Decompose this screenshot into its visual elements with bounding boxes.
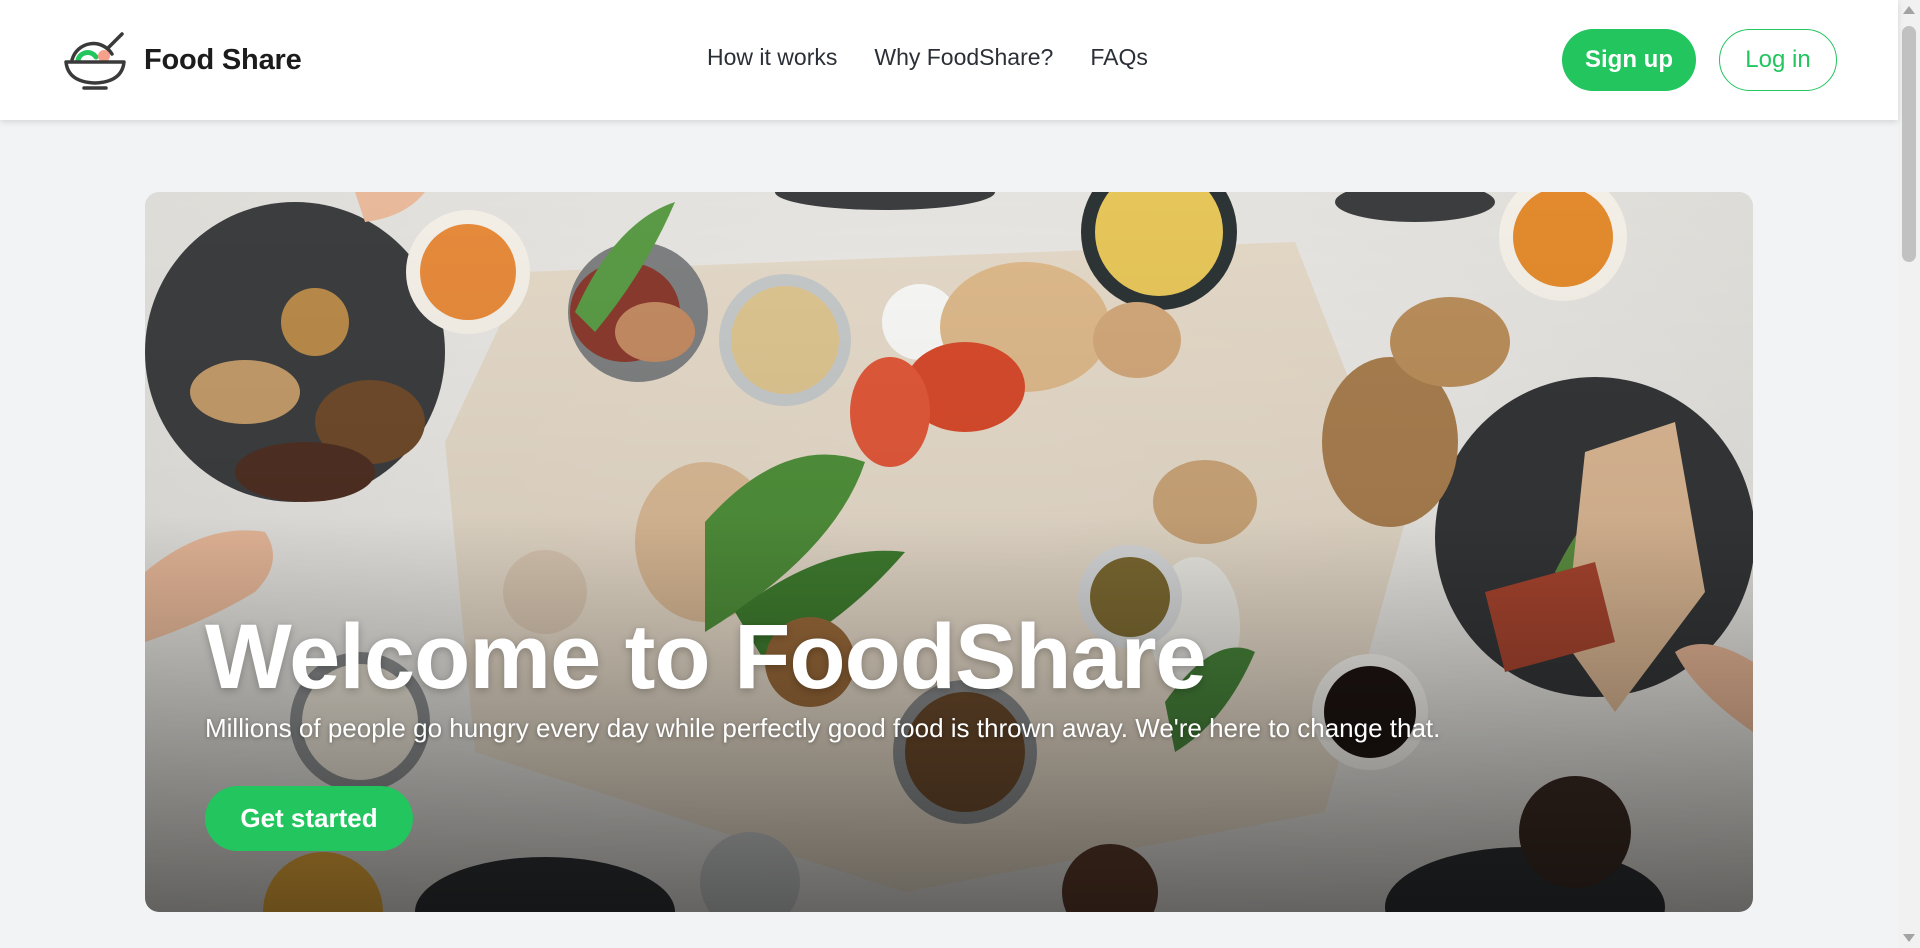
nav-link-why-foodshare[interactable]: Why FoodShare? bbox=[874, 44, 1053, 71]
scroll-up-arrow-icon[interactable] bbox=[1903, 6, 1915, 14]
hero-banner: Welcome to FoodShare Millions of people … bbox=[145, 192, 1753, 912]
top-navbar: Food Share How it works Why FoodShare? F… bbox=[0, 0, 1898, 120]
bowl-icon bbox=[64, 32, 126, 90]
brand-home-link[interactable]: Food Share bbox=[62, 30, 302, 90]
nav-link-how-it-works[interactable]: How it works bbox=[707, 44, 837, 71]
brand-name: Food Share bbox=[144, 43, 302, 76]
get-started-button[interactable]: Get started bbox=[205, 786, 413, 851]
nav-link-faqs[interactable]: FAQs bbox=[1090, 44, 1148, 71]
main-nav: How it works Why FoodShare? FAQs bbox=[707, 44, 1148, 71]
hero-title: Welcome to FoodShare bbox=[205, 606, 1207, 708]
scrollbar-thumb[interactable] bbox=[1902, 26, 1916, 262]
scroll-down-arrow-icon[interactable] bbox=[1903, 934, 1915, 942]
sign-up-button[interactable]: Sign up bbox=[1562, 29, 1696, 91]
page-scrollbar[interactable] bbox=[1898, 0, 1920, 948]
hero-subtitle: Millions of people go hungry every day w… bbox=[205, 713, 1441, 743]
log-in-button[interactable]: Log in bbox=[1719, 29, 1837, 91]
